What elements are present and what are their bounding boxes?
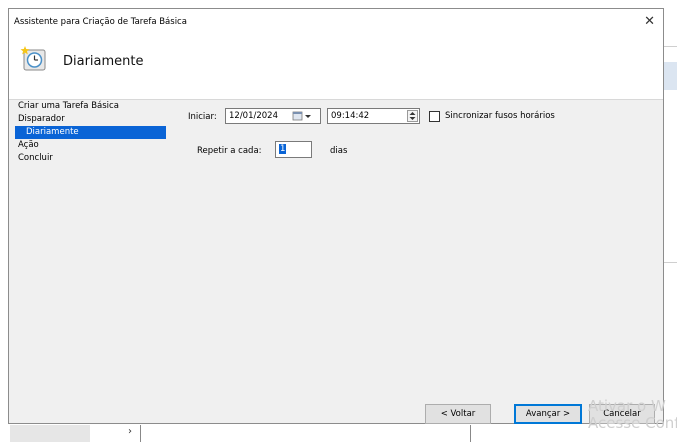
time-spinner[interactable] <box>407 110 418 122</box>
repeat-every-label: Repetir a cada: <box>197 146 262 156</box>
chevron-right-icon: › <box>128 426 132 437</box>
background-divider <box>140 425 141 442</box>
repeat-days-input[interactable]: 1 <box>275 141 312 158</box>
calendar-dropdown-icon[interactable] <box>292 110 312 122</box>
sync-timezones-checkbox[interactable] <box>429 111 440 122</box>
start-date-value: 12/01/2024 <box>229 111 278 121</box>
sync-timezones-label: Sincronizar fusos horários <box>445 111 555 121</box>
step-label: Diariamente <box>26 127 79 137</box>
wizard-header: Diariamente <box>9 35 663 100</box>
clock-icon <box>20 46 46 71</box>
step-label: Concluir <box>18 153 53 163</box>
step-label: Ação <box>18 140 39 150</box>
background-divider <box>662 262 677 263</box>
background-divider <box>662 46 677 47</box>
window-title: Assistente para Criação de Tarefa Básica <box>14 17 187 27</box>
step-daily[interactable]: Diariamente <box>15 126 166 139</box>
page-title: Diariamente <box>63 54 144 69</box>
start-label: Iniciar: <box>188 112 217 122</box>
step-finish[interactable]: Concluir <box>15 152 175 165</box>
background-window-edge <box>662 0 677 442</box>
start-date-picker[interactable]: 12/01/2024 <box>225 108 321 124</box>
close-icon[interactable]: ✕ <box>644 14 655 29</box>
spinner-arrows-icon <box>409 112 416 120</box>
step-create-basic-task[interactable]: Criar uma Tarefa Básica <box>15 100 175 113</box>
start-time-value: 09:14:42 <box>331 111 370 121</box>
step-trigger[interactable]: Disparador <box>15 113 175 126</box>
watermark-line1: Ativar o W <box>588 397 666 415</box>
background-taskbar-strip: › <box>0 425 677 442</box>
start-time-field[interactable]: 09:14:42 <box>327 108 420 124</box>
days-unit-label: dias <box>330 146 348 156</box>
back-button[interactable]: < Voltar <box>425 404 491 424</box>
task-wizard-dialog: Assistente para Criação de Tarefa Básica… <box>8 8 664 424</box>
next-button[interactable]: Avançar > <box>514 404 582 424</box>
step-label: Disparador <box>18 114 65 124</box>
activation-watermark: Ativar o W Acesse Conf <box>588 398 677 432</box>
title-bar: Assistente para Criação de Tarefa Básica… <box>9 9 663 35</box>
background-divider <box>470 425 471 442</box>
wizard-steps-nav: Criar uma Tarefa Básica Disparador Diari… <box>15 100 175 165</box>
background-toolbar-strip <box>662 62 677 90</box>
background-scroll-block <box>10 425 90 442</box>
repeat-days-value: 1 <box>279 144 287 154</box>
step-label: Criar uma Tarefa Básica <box>18 101 119 111</box>
watermark-line2: Acesse Conf <box>588 414 677 432</box>
step-action[interactable]: Ação <box>15 139 175 152</box>
